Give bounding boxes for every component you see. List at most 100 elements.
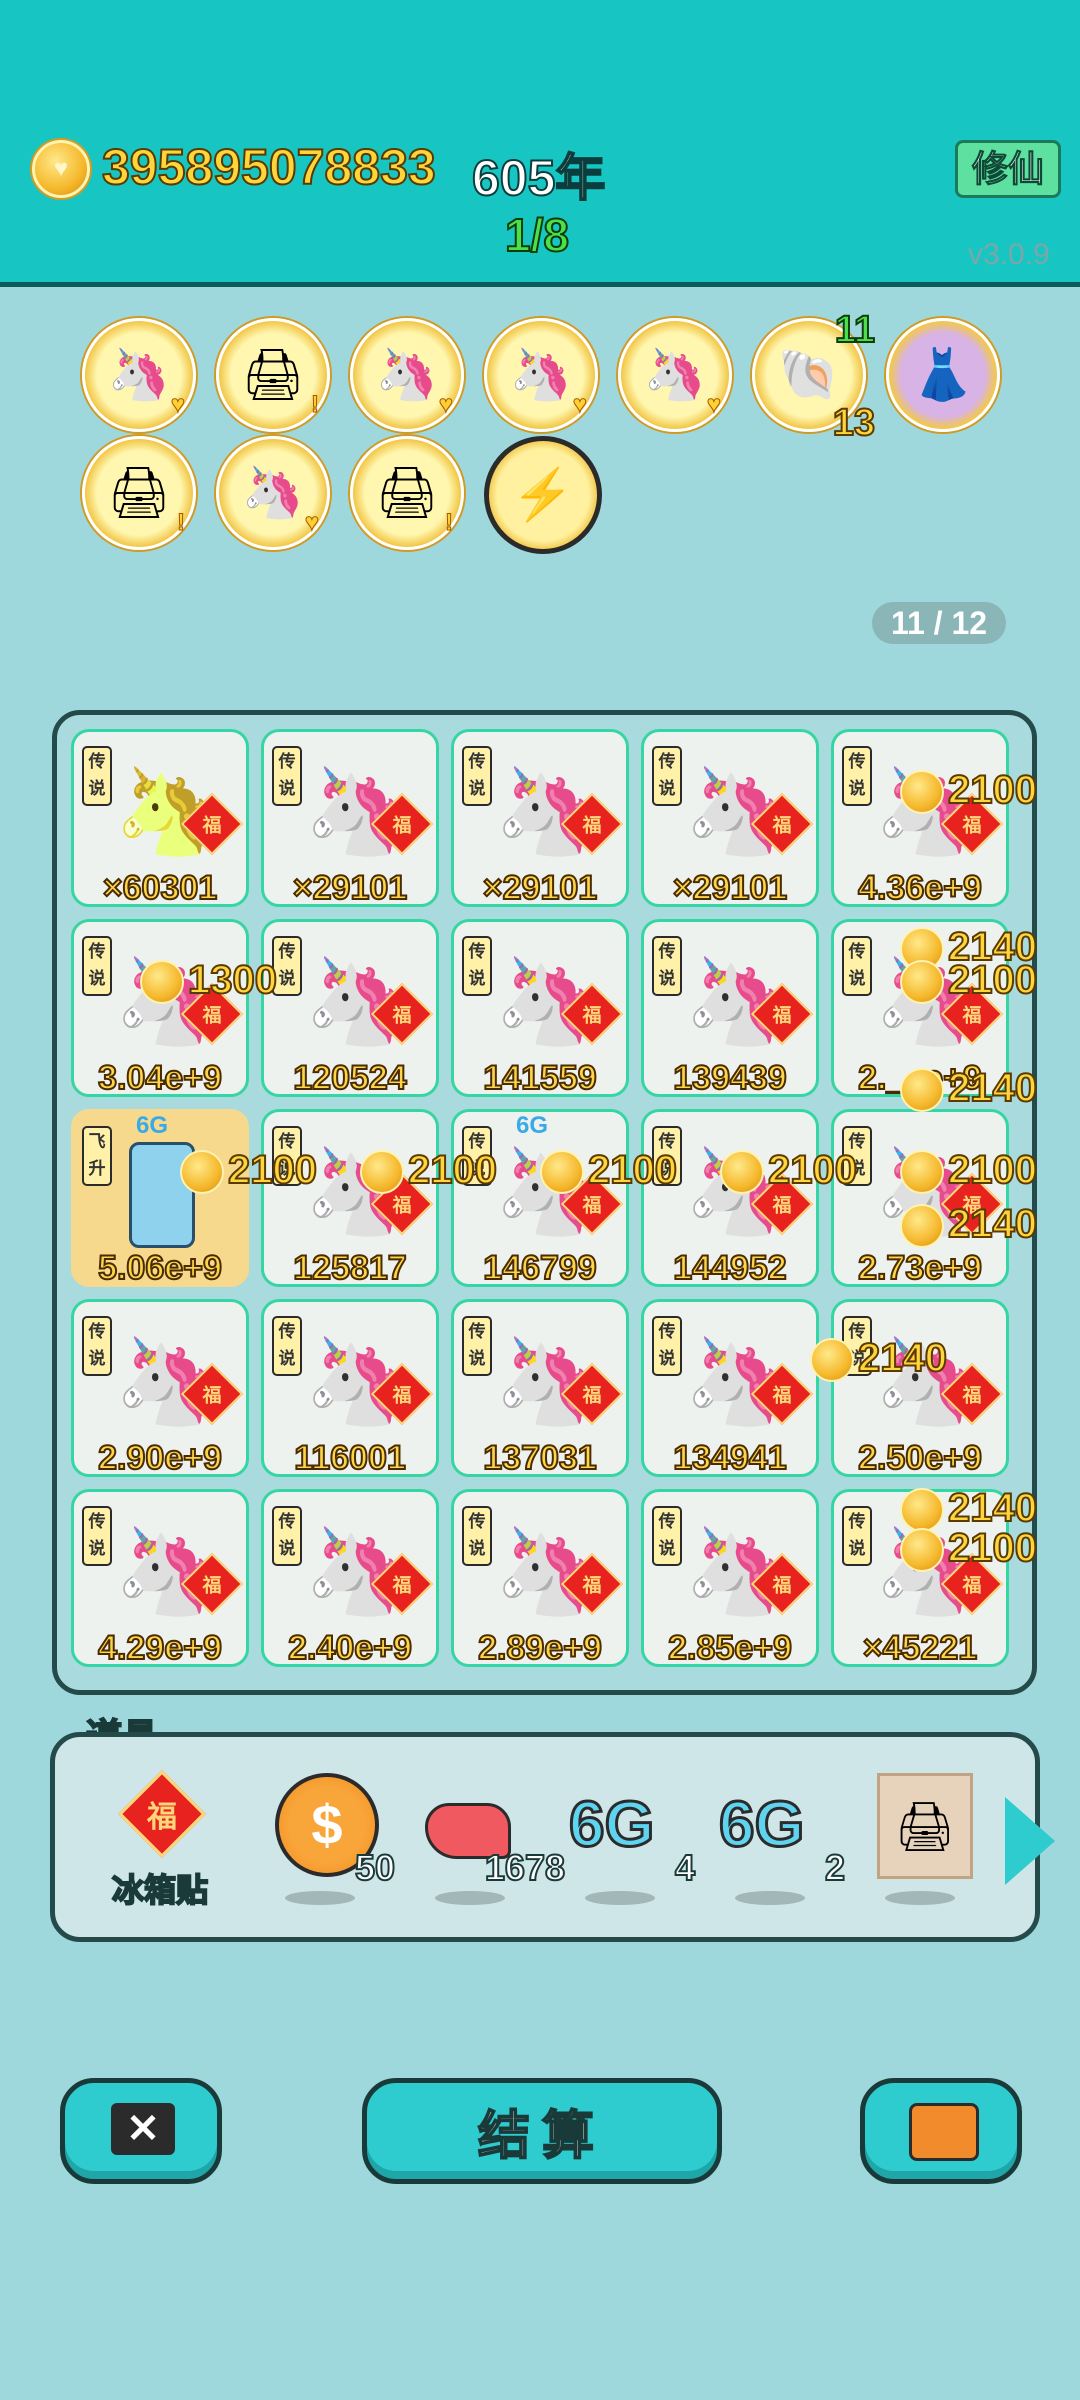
badge-unicorn[interactable]: 🦄 ♥ xyxy=(350,318,464,432)
legend-tag: 传说 xyxy=(462,746,492,806)
shell-bottom-count: 13 xyxy=(832,401,876,445)
cell-count: 144952 xyxy=(672,1248,787,1288)
grid-cell[interactable]: 传说 🦄 福 116001 xyxy=(261,1299,439,1478)
prop-6g[interactable]: 6G 2 xyxy=(715,1773,846,1905)
grid-cell[interactable]: 传说 🦄 福 4.36e+9 xyxy=(831,729,1009,908)
coin-gain-popup: 2100 xyxy=(900,1525,1038,1573)
grid-cell[interactable]: 传说 🦄 福 ×29101 xyxy=(641,729,819,908)
grid-cell[interactable]: 传说 🦄 福 125817 xyxy=(261,1109,439,1288)
legend-tag: 传说 xyxy=(652,746,682,806)
cell-count: ×29101 xyxy=(292,868,408,908)
legend-tag: 传说 xyxy=(82,1316,112,1376)
grid-cell[interactable]: 传说 🦄 福 3.04e+9 xyxy=(71,919,249,1098)
badge-printer[interactable]: 🖨! xyxy=(82,436,196,550)
grid-cell[interactable]: 传说 🦄 福 134941 xyxy=(641,1299,819,1478)
badge-lightning[interactable]: ⚡ xyxy=(484,436,602,554)
settle-label: 结算 xyxy=(477,2107,606,2167)
prop-printer-frame[interactable]: 🖨 xyxy=(865,1773,975,1905)
unicorn-icon: 🦄 xyxy=(509,346,573,403)
close-button[interactable]: ✕ xyxy=(60,2078,222,2184)
grid-cell-fridge[interactable]: 飞升 6G 5.06e+9 xyxy=(71,1109,249,1288)
legend-tag: 传说 xyxy=(842,1506,872,1566)
money-display: 395895078833 xyxy=(101,138,437,196)
cell-count: ×29101 xyxy=(672,868,788,908)
cell-count: 4.36e+9 xyxy=(857,868,983,908)
grid-cell[interactable]: 传说 🦄 福 ×29101 xyxy=(261,729,439,908)
grid-cell[interactable]: 传说 🦄 福 2.40e+9 xyxy=(261,1489,439,1668)
xiuxian-button[interactable]: 修仙 xyxy=(955,140,1061,198)
grid-cell[interactable]: 传说 🦄 福 ×60301 xyxy=(71,729,249,908)
badge-unicorn[interactable]: 🦄 ♥ xyxy=(216,436,330,550)
legend-tag: 传说 xyxy=(82,746,112,806)
settle-button[interactable]: 结算 xyxy=(362,2078,722,2184)
prop-qty: 50 xyxy=(354,1846,396,1889)
badge-unicorn[interactable]: 🦄 ♥ xyxy=(82,318,196,432)
grid-cell[interactable]: 传说 🦄 福 2.89e+9 xyxy=(451,1489,629,1668)
cell-count: 5.06e+9 xyxy=(97,1248,223,1288)
cell-count: 2.90e+9 xyxy=(97,1438,223,1478)
coin-gain-popup: 2100 xyxy=(360,1147,498,1195)
grid-cell[interactable]: 传说 🦄 福 141559 xyxy=(451,919,629,1098)
coin-gain-popup: 1300 xyxy=(140,957,278,1005)
coin-gain-popup: 2100 xyxy=(180,1147,318,1195)
scroll-right-arrow-icon[interactable] xyxy=(1005,1797,1055,1885)
cell-count: 134941 xyxy=(672,1438,787,1478)
years-display: 605年 xyxy=(471,149,606,207)
cell-count: 116001 xyxy=(293,1438,407,1478)
grid-cell[interactable]: 传说 🦄 福 2.90e+9 xyxy=(71,1299,249,1478)
prop-coin[interactable]: $ 50 xyxy=(265,1773,396,1905)
sixg-icon: 6G xyxy=(717,1787,805,1862)
grid-cell[interactable]: 传说 🦄 福 2.73e+9 xyxy=(831,1109,1009,1288)
coin-gain-popup: 2140 xyxy=(900,1065,1038,1113)
badge-printer[interactable]: 🖨! xyxy=(216,318,330,432)
cell-count: 4.29e+9 xyxy=(97,1628,223,1668)
coin-gain-popup: 2100 xyxy=(900,1147,1038,1195)
cell-count: 137031 xyxy=(482,1438,597,1478)
cell-count: 3.04e+9 xyxy=(97,1058,223,1098)
legend-tag: 传说 xyxy=(462,1316,492,1376)
grid-cell[interactable]: 传说 🦄 福 144952 xyxy=(641,1109,819,1288)
cell-count: 2.40e+9 xyxy=(287,1628,413,1668)
shell-top-count: 11 xyxy=(834,308,876,352)
printer-icon: 🖨 xyxy=(241,346,305,403)
badge-printer[interactable]: 🖨! xyxy=(350,436,464,550)
legend-tag: 传说 xyxy=(272,746,302,806)
coin-gain-popup: 2100 xyxy=(540,1147,678,1195)
unicorn-icon: 🦄 xyxy=(643,346,707,403)
coin-gain-popup: 2100 xyxy=(900,767,1038,815)
grid-cell[interactable]: 传说 🦄 福 120524 xyxy=(261,919,439,1098)
legend-tag: 传说 xyxy=(652,1316,682,1376)
grid-cell[interactable]: 传说 🦄 福 4.29e+9 xyxy=(71,1489,249,1668)
briefcase-button[interactable] xyxy=(860,2078,1022,2184)
prop-qty: 1678 xyxy=(484,1846,566,1889)
prop-name: 冰箱贴 xyxy=(111,1871,209,1909)
cell-count: 2.73e+9 xyxy=(857,1248,983,1288)
cell-count: 139439 xyxy=(672,1058,787,1098)
grid-cell[interactable]: 传说 6G 🦄 福 146799 xyxy=(451,1109,629,1288)
cell-count: 2.85e+9 xyxy=(667,1628,793,1668)
badge-skirt[interactable]: 👗 xyxy=(886,318,1000,432)
prop-6g[interactable]: 6G 4 xyxy=(565,1773,696,1905)
badge-unicorn[interactable]: 🦄 ♥ xyxy=(484,318,598,432)
coin-gain-popup: 2100 xyxy=(720,1147,858,1195)
coin-icon: ♥ xyxy=(32,140,90,198)
lightning-icon: ⚡ xyxy=(511,466,575,523)
grid-cell[interactable]: 传说 🦄 福 ×29101 xyxy=(451,729,629,908)
badge-unicorn[interactable]: 🦄 ♥ xyxy=(618,318,732,432)
legend-tag: 传说 xyxy=(652,936,682,996)
legend-tag: 传说 xyxy=(842,936,872,996)
prop-liver[interactable]: 1678 xyxy=(415,1773,566,1905)
badge-shell[interactable]: 🐚 11 13 xyxy=(752,308,876,445)
grid-cell[interactable]: 传说 🦄 福 2.85e+9 xyxy=(641,1489,819,1668)
grid-cell[interactable]: 传说 🦄 福 2.50e+9 xyxy=(831,1299,1009,1478)
unicorn-icon: 🦄 xyxy=(375,346,439,403)
cell-count: ×45221 xyxy=(862,1628,978,1668)
prop-qty: 2 xyxy=(824,1846,846,1889)
skirt-icon: 👗 xyxy=(911,346,975,403)
grid-cell[interactable]: 传说 🦄 福 137031 xyxy=(451,1299,629,1478)
prop-fridge-magnet[interactable]: 福 冰箱贴 xyxy=(105,1770,215,1909)
grid-cell[interactable]: 传说 🦄 福 139439 xyxy=(641,919,819,1098)
sixg-label: 6G xyxy=(516,1112,549,1139)
cell-count: 120524 xyxy=(292,1058,407,1098)
prop-qty: 4 xyxy=(674,1846,696,1889)
